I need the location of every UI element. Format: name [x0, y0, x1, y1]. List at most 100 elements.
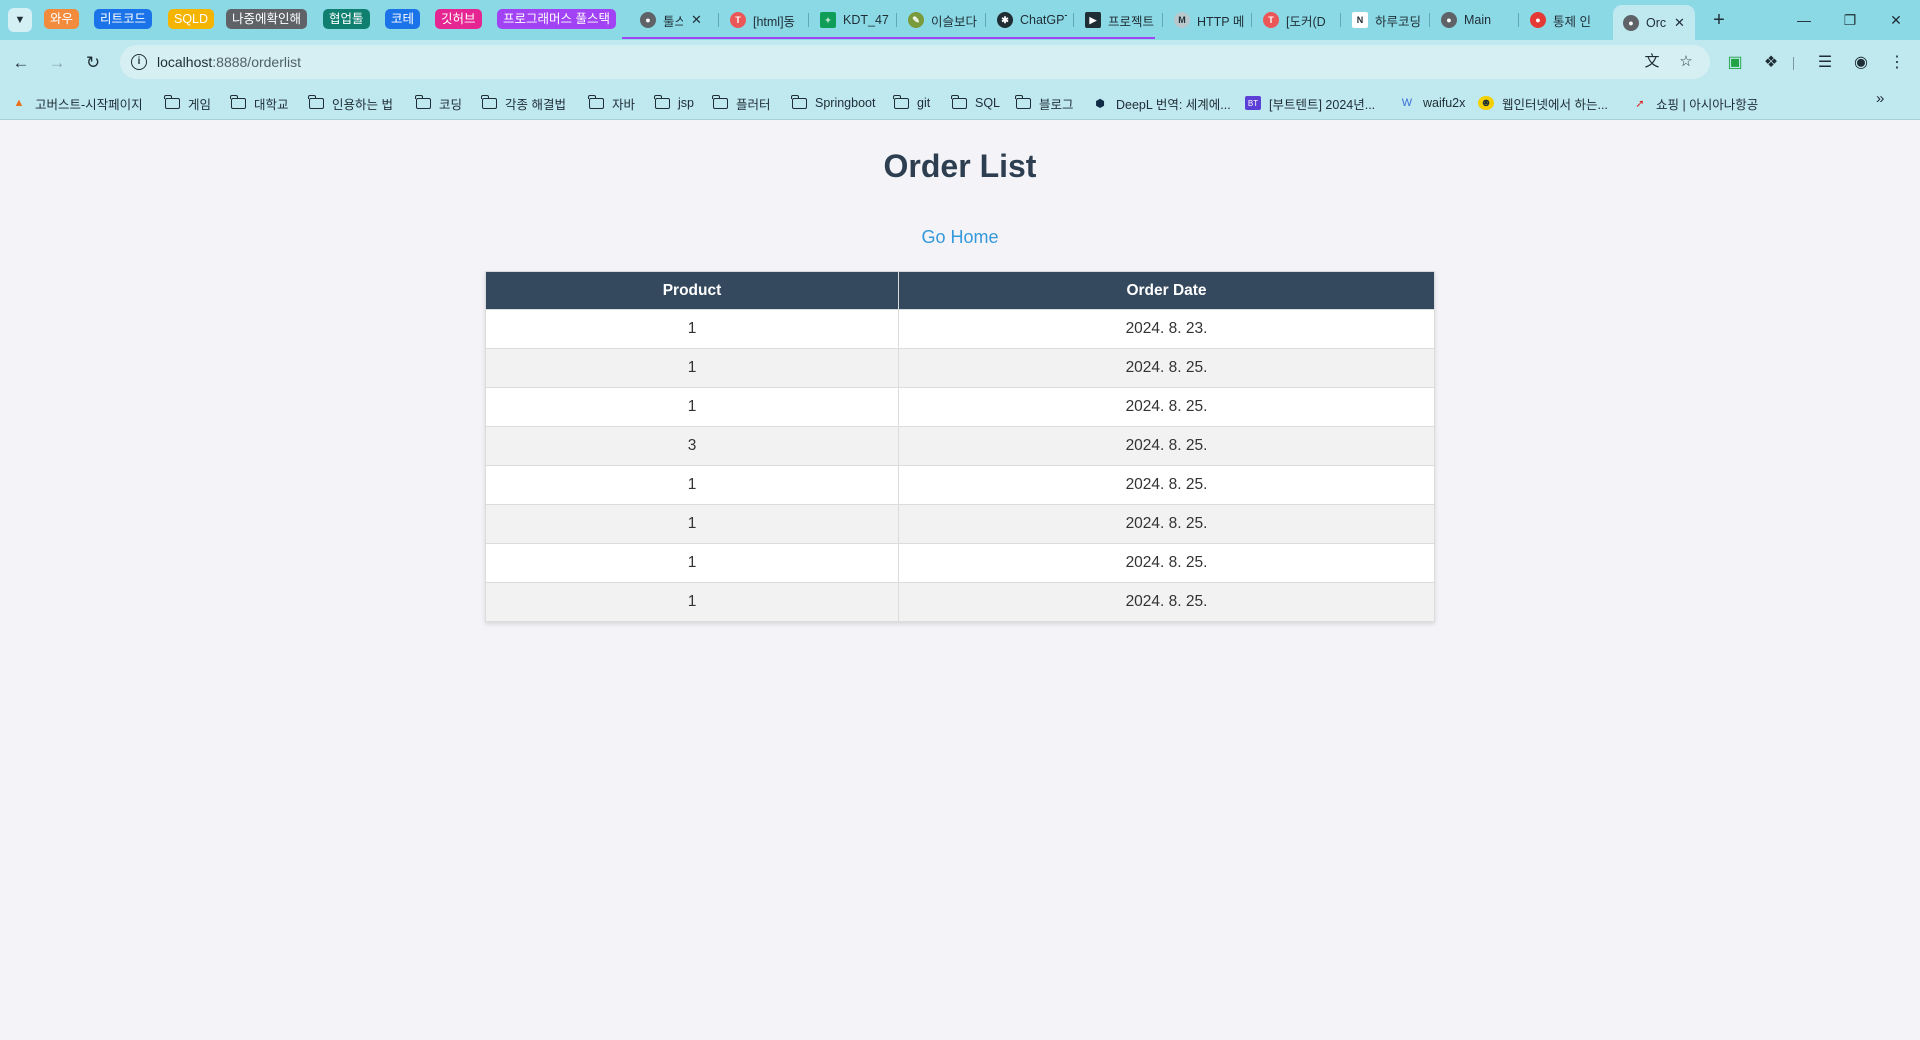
tab-group-chip[interactable]: SQLD — [168, 9, 215, 29]
tab-search-button[interactable]: ▼ — [8, 8, 32, 32]
browser-tab[interactable]: ✎ 이슬보다 — [908, 7, 978, 33]
translate-icon[interactable]: 文 — [1642, 52, 1662, 72]
folder-icon — [588, 94, 604, 110]
bookmark-item[interactable]: ☻ 웹인터넷에서 하는... — [1478, 93, 1608, 113]
bookmark-folder[interactable]: 플러터 — [712, 93, 771, 113]
home-link-container: Go Home — [0, 227, 1920, 248]
order-date-cell: 2024. 8. 25. — [898, 348, 1435, 388]
bookmarks-overflow-icon[interactable]: » — [1876, 90, 1884, 107]
browser-tab[interactable]: ● Main — [1441, 7, 1511, 33]
folder-icon — [791, 94, 807, 110]
url-path: :8888/orderlist — [212, 54, 301, 70]
tab-group-chip[interactable]: 프로그래머스 풀스택 — [497, 9, 616, 29]
bookmark-item[interactable]: ⬢ DeepL 번역: 세계에... — [1092, 93, 1231, 113]
chatgpt-icon: ✱ — [997, 12, 1013, 28]
go-home-link[interactable]: Go Home — [921, 227, 998, 247]
order-date-cell: 2024. 8. 25. — [898, 387, 1435, 427]
tab-group-chip[interactable]: 와우 — [44, 9, 80, 29]
address-bar[interactable]: i localhost:8888/orderlist 文 ☆ — [120, 45, 1710, 79]
bookmark-label: DeepL 번역: 세계에... — [1116, 97, 1231, 112]
table-row: 1 2024. 8. 25. — [485, 387, 1435, 427]
globe-icon: ● — [1623, 14, 1639, 31]
extension-green-icon[interactable]: ▣ — [1722, 50, 1748, 76]
tab-group-chip[interactable]: 나중에확인해 — [226, 9, 308, 29]
tab-title: [도커(D — [1286, 14, 1326, 29]
bookmark-folder[interactable]: 대학교 — [230, 93, 289, 113]
order-date-cell: 2024. 8. 25. — [898, 582, 1435, 622]
more-menu-icon[interactable]: ⋮ — [1884, 50, 1910, 76]
product-cell: 1 — [485, 582, 899, 622]
table-row: 1 2024. 8. 25. — [485, 543, 1435, 583]
tab-group-chip[interactable]: 코테 — [385, 9, 421, 29]
folder-icon — [481, 94, 497, 110]
bookmark-item[interactable]: W waifu2x — [1399, 93, 1466, 113]
bookmark-item[interactable]: ▲ 고버스트-시작페이지 — [11, 93, 143, 113]
bookmark-label: waifu2x — [1423, 96, 1466, 110]
media-controls-icon[interactable]: ☰ — [1812, 50, 1838, 76]
close-icon[interactable]: ✕ — [691, 12, 702, 28]
bookmark-item[interactable]: BT [부트텐트] 2024년... — [1245, 93, 1375, 113]
tab-group-chip[interactable]: 협업툴 — [323, 9, 370, 29]
table-row: 1 2024. 8. 25. — [485, 582, 1435, 622]
bookmark-folder[interactable]: 자바 — [588, 93, 635, 113]
url-text[interactable]: localhost:8888/orderlist — [157, 54, 301, 70]
browser-tab[interactable]: T [html]동 — [730, 7, 802, 33]
browser-tab[interactable]: T [도커(D — [1263, 7, 1333, 33]
close-icon[interactable]: ✕ — [1674, 15, 1685, 31]
browser-tab[interactable]: ● 통제 인 — [1530, 7, 1600, 33]
bookmark-folder[interactable]: 코딩 — [415, 93, 462, 113]
browser-tab[interactable]: ● 툴스 ✕ — [640, 7, 712, 33]
plus-icon: + — [1713, 9, 1725, 31]
bookmark-star-icon[interactable]: ☆ — [1676, 52, 1696, 72]
bookmark-label: 자바 — [612, 97, 636, 112]
new-tab-button[interactable]: + — [1706, 7, 1732, 33]
browser-tab[interactable]: + KDT_47 — [820, 7, 890, 33]
extensions-puzzle-icon[interactable]: ❖ — [1758, 50, 1784, 76]
forward-button[interactable]: → — [44, 50, 70, 76]
tab-group-chip[interactable]: 깃허브 — [435, 9, 482, 29]
bookmark-folder[interactable]: jsp — [654, 93, 694, 113]
site-info-icon[interactable]: i — [131, 54, 147, 70]
tab-title: 프로젝트 — [1108, 14, 1155, 29]
bookmark-label: 각종 해결법 — [505, 97, 566, 112]
tab-group-chip[interactable]: 리트코드 — [94, 9, 153, 29]
tab-strip: ▼ 와우 리트코드 SQLD 나중에확인해 협업툴 코테 깃허브 프로그래머스 … — [0, 0, 1920, 40]
folder-icon — [1015, 94, 1031, 110]
browser-tab[interactable]: ▶ 프로젝트 — [1085, 7, 1155, 33]
back-button[interactable]: ← — [8, 50, 34, 76]
minimize-button[interactable]: — — [1790, 6, 1818, 34]
folder-icon — [951, 94, 967, 110]
bookmark-label: git — [917, 96, 931, 110]
order-date-cell: 2024. 8. 25. — [898, 426, 1435, 466]
browser-tab-active[interactable]: ● Orc ✕ — [1613, 5, 1695, 40]
bookmark-folder[interactable]: git — [893, 93, 930, 113]
bookmark-label: Springboot — [815, 96, 876, 110]
browser-tab[interactable]: N 하루코딩 — [1352, 7, 1422, 33]
order-date-cell: 2024. 8. 25. — [898, 504, 1435, 544]
browser-tab[interactable]: ✱ ChatGPT — [997, 7, 1067, 33]
bookmark-label: 코딩 — [439, 97, 463, 112]
bookmarks-bar: ▲ 고버스트-시작페이지 게임 대학교 인용하는 법 코딩 각종 해결법 자바 … — [0, 85, 1920, 120]
globe-icon: ● — [640, 12, 656, 28]
profile-avatar-icon[interactable]: ◉ — [1848, 50, 1874, 76]
bookmark-folder[interactable]: SQL — [951, 93, 1000, 113]
arrow-left-icon: ← — [12, 53, 30, 72]
product-cell: 1 — [485, 504, 899, 544]
bookmark-item[interactable]: ➚ 쇼핑 | 아시아나항공 — [1632, 93, 1758, 113]
reload-button[interactable]: ↻ — [80, 50, 106, 76]
order-date-cell: 2024. 8. 23. — [898, 309, 1435, 349]
bookmark-label: 인용하는 법 — [332, 97, 393, 112]
column-header-product: Product — [485, 271, 899, 310]
restore-button[interactable]: ❐ — [1836, 6, 1864, 34]
table-row: 3 2024. 8. 25. — [485, 426, 1435, 466]
bookmark-folder[interactable]: 각종 해결법 — [481, 93, 566, 113]
bookmark-folder[interactable]: Springboot — [791, 93, 875, 113]
tab-title: HTTP 메 — [1197, 14, 1244, 29]
browser-tab[interactable]: M HTTP 메 — [1174, 7, 1244, 33]
bookmark-folder[interactable]: 게임 — [164, 93, 211, 113]
close-window-button[interactable]: ✕ — [1882, 6, 1910, 34]
tab-title: 통제 인 — [1553, 14, 1591, 29]
tab-title: 이슬보다 — [931, 14, 978, 29]
bookmark-folder[interactable]: 인용하는 법 — [308, 93, 393, 113]
bookmark-folder[interactable]: 블로그 — [1015, 93, 1074, 113]
